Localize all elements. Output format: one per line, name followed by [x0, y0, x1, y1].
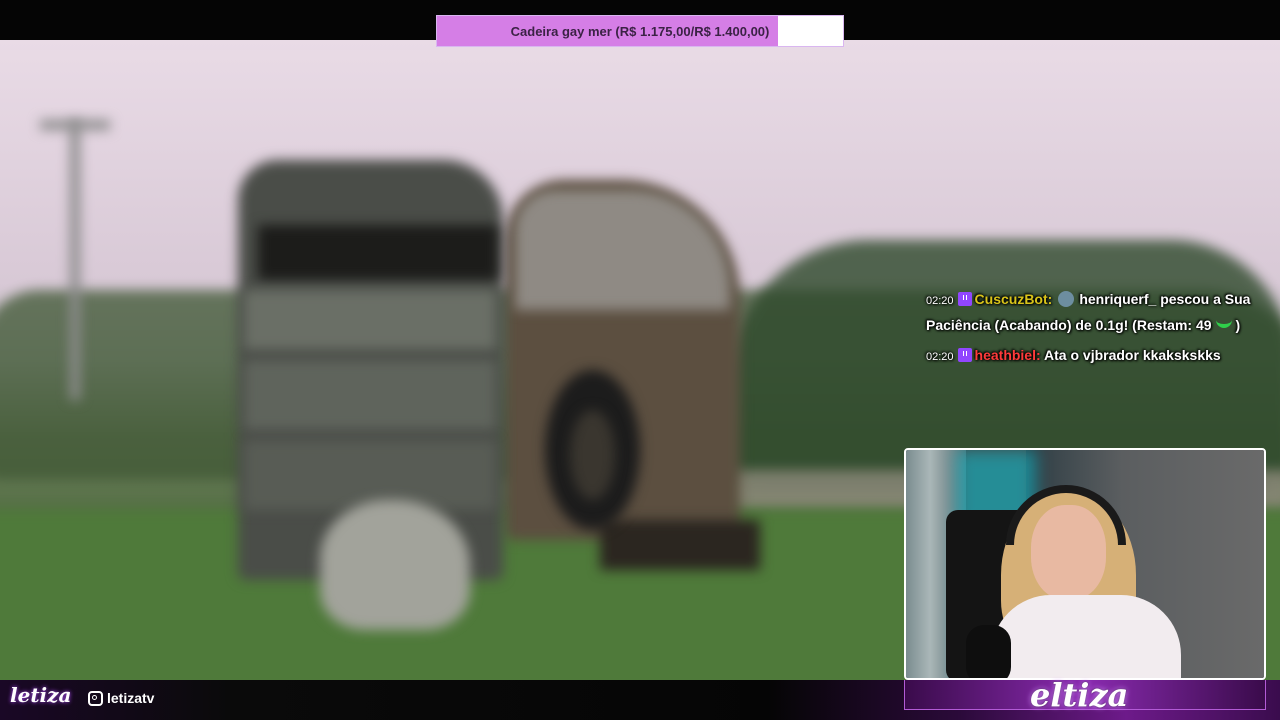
snake-emote-icon: [1215, 314, 1232, 328]
microphone-icon: [966, 625, 1011, 678]
brand-logo-right: eltiza: [1030, 676, 1129, 714]
chat-username: heathbiel:: [974, 347, 1041, 363]
brand-logo-left: letiza: [10, 683, 72, 707]
chat-overlay: 02:20 CuscuzBot: henriquerf_ pescou a Sua …: [926, 287, 1266, 375]
chat-message: 02:20 CuscuzBot: henriquerf_ pescou a Sua …: [926, 287, 1266, 337]
twitch-icon: [957, 348, 972, 362]
chat-timestamp: 02:20: [926, 351, 954, 363]
chat-text-suffix: ): [1235, 317, 1241, 333]
chat-username: CuscuzBot:: [974, 291, 1053, 307]
instagram-icon: [88, 690, 103, 706]
donation-goal-bar: Cadeira gay mer (R$ 1.175,00/R$ 1.400,00…: [436, 15, 844, 47]
instagram-handle: letizatv: [88, 690, 154, 706]
chat-timestamp: 02:20: [926, 295, 954, 307]
rock: [320, 500, 470, 630]
person-emote-icon: [1058, 291, 1075, 307]
goal-label: Cadeira gay mer (R$ 1.175,00/R$ 1.400,00…: [510, 23, 770, 39]
chat-message: 02:20 heathbiel: Ata o vjbrador kkakskskk…: [926, 343, 1266, 369]
twitch-icon: [957, 292, 972, 306]
instagram-handle-text: letizatv: [107, 690, 155, 706]
webcam-feed: [904, 448, 1266, 680]
chat-text: Ata o vjbrador kkakskskks: [1044, 347, 1221, 363]
